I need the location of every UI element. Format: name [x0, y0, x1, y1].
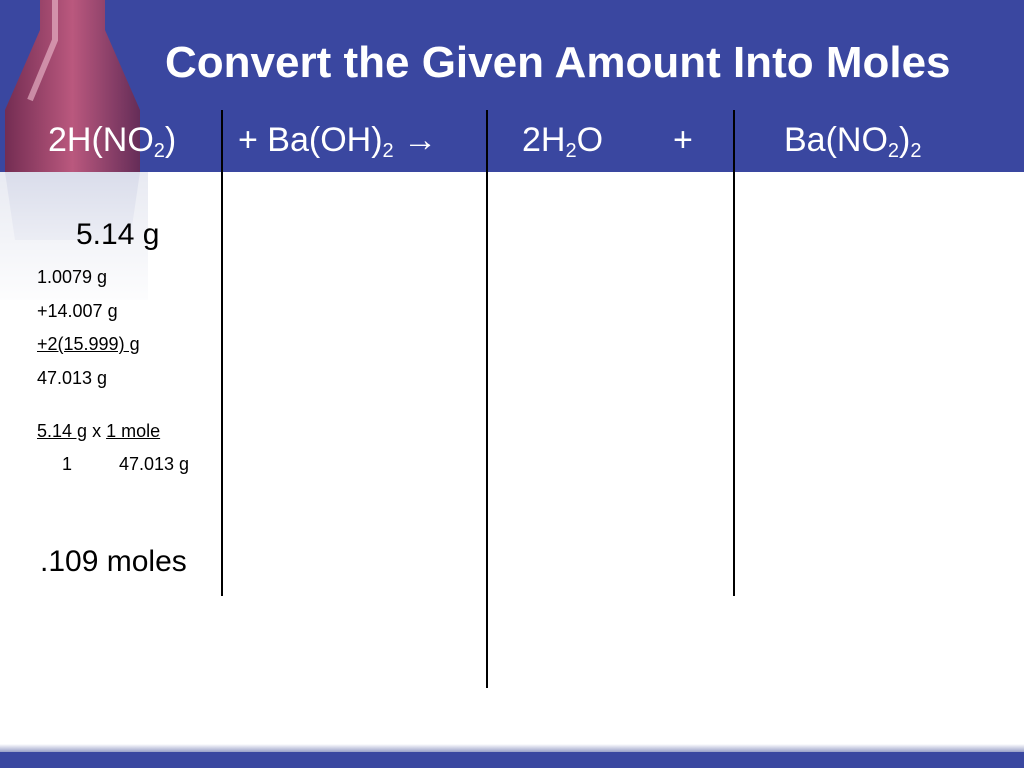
- molar-mass-total: 47.013 g: [37, 368, 108, 388]
- reactant-baoh2: + Ba(OH)2 →: [238, 121, 438, 162]
- given-mass: 5.14 g: [76, 218, 160, 251]
- reaction-arrow-icon: →: [403, 121, 438, 159]
- product-bano2-2: Ba(NO2)2: [784, 121, 922, 162]
- footer-band: [0, 752, 1024, 768]
- column-divider-3: [733, 110, 735, 596]
- slide-title: Convert the Given Amount Into Moles: [165, 38, 951, 87]
- plus-sign: +: [673, 121, 693, 159]
- product-h2o: 2H2O: [522, 121, 604, 162]
- conversion-numerator: 5.14 g x 1 mole: [37, 421, 161, 441]
- footer-shadow: [0, 744, 1024, 752]
- conversion-denominator-left: 1: [62, 454, 73, 474]
- molar-mass-line-2: +14.007 g: [37, 301, 118, 321]
- conversion-denominator-right: 47.013 g: [119, 454, 190, 474]
- reactant-hno2: 2H(NO2): [48, 121, 177, 162]
- molar-mass-line-3: +2(15.999) g: [37, 334, 140, 354]
- column-divider-2: [486, 110, 488, 688]
- result-moles: .109 moles: [40, 545, 187, 578]
- column-divider-1: [221, 110, 223, 596]
- molar-mass-line-1: 1.0079 g: [37, 267, 108, 287]
